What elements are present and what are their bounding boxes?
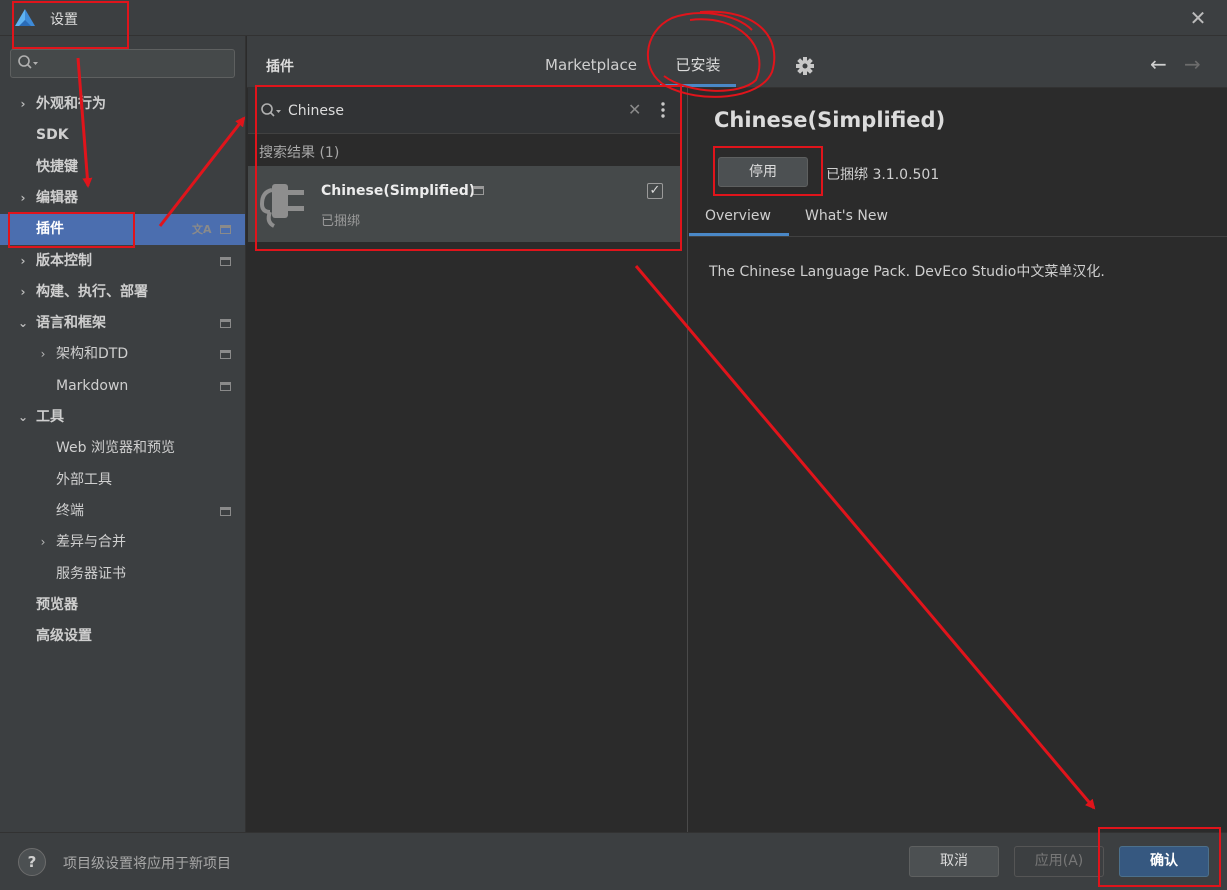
forward-arrow-icon[interactable]: → [1184,52,1201,76]
sidebar-item-label: 版本控制 [36,253,92,269]
content-header [247,36,1227,88]
close-icon[interactable]: ✕ [1188,8,1208,28]
chevron-right-icon[interactable]: › [16,183,30,214]
sidebar-item-label: 编辑器 [36,190,78,206]
plugin-description: The Chinese Language Pack. DevEco Studio… [709,264,1105,280]
sidebar-item-label: SDK [36,127,69,143]
sidebar-item-label: Markdown [56,378,129,394]
sidebar-item[interactable]: 外部工具 [0,465,245,496]
sidebar-item[interactable]: 快捷键 [0,152,245,183]
sidebar-item[interactable]: › 版本控制 [0,246,245,277]
page-icon [220,382,231,391]
page-icon [220,319,231,328]
sidebar-item-label: 终端 [56,503,84,519]
sidebar-item-label: 外观和行为 [36,96,106,112]
sidebar-item-label: 语言和框架 [36,315,106,331]
footer-note: 项目级设置将应用于新项目 [63,856,231,872]
plugin-detail-title: Chinese(Simplified) [714,108,946,132]
sidebar-item[interactable]: › 构建、执行、部署 [0,277,245,308]
tab-whats-new[interactable]: What's New [805,208,888,224]
gear-icon[interactable] [794,55,816,77]
tab-marketplace[interactable]: Marketplace [545,56,637,74]
plugin-detail-panel [689,88,1227,832]
cancel-button[interactable]: 取消 [909,846,999,877]
chevron-right-icon[interactable]: › [36,339,50,370]
back-arrow-icon[interactable]: ← [1150,52,1167,76]
sidebar-item-label: 预览器 [36,597,78,613]
tab-overview[interactable]: Overview [705,208,771,224]
chevron-right-icon[interactable]: › [36,527,50,558]
sidebar-item[interactable]: ⌄ 语言和框架 [0,308,245,339]
annotation-box [12,1,129,49]
apply-button[interactable]: 应用(A) [1014,846,1104,877]
help-icon[interactable]: ? [18,848,46,876]
sidebar-item[interactable]: › 外观和行为 [0,89,245,120]
sidebar-item[interactable]: Web 浏览器和预览 [0,433,245,464]
chevron-down-icon[interactable]: ⌄ [16,402,30,433]
section-title: 插件 [266,59,294,75]
sidebar-item-label: Web 浏览器和预览 [56,440,175,456]
sidebar-item-label: 服务器证书 [56,566,126,582]
title-bar [0,0,1227,36]
sidebar-item[interactable]: › 差异与合并 [0,527,245,558]
sidebar-search-input[interactable] [10,49,235,78]
chevron-right-icon[interactable]: › [16,246,30,277]
chevron-down-icon[interactable]: ⌄ [16,308,30,339]
sidebar-item[interactable]: 高级设置 [0,621,245,652]
chevron-right-icon[interactable]: › [16,89,30,120]
sidebar-item[interactable]: 服务器证书 [0,559,245,590]
page-icon [220,225,231,234]
bundled-version: 已捆绑 3.1.0.501 [826,167,940,183]
sidebar-item-label: 差异与合并 [56,534,126,550]
annotation-box [255,85,682,251]
sidebar-item[interactable]: SDK [0,120,245,151]
sidebar-item[interactable]: Markdown [0,371,245,402]
annotation-box [713,146,823,196]
sidebar-item-label: 高级设置 [36,628,92,644]
sidebar-item[interactable]: ⌄ 工具 [0,402,245,433]
page-icon [220,350,231,359]
sidebar-item[interactable]: › 架构和DTD [0,339,245,370]
divider [689,236,1227,237]
page-icon [220,507,231,516]
translate-icon: 文A [192,223,212,236]
tab-installed[interactable]: 已安装 [660,48,736,88]
sidebar-item[interactable]: › 编辑器 [0,183,245,214]
search-icon [18,55,38,69]
sidebar-item-label: 工具 [36,409,64,425]
sidebar-item[interactable]: 预览器 [0,590,245,621]
page-icon [220,257,231,266]
sidebar-item-label: 外部工具 [56,472,112,488]
sidebar-item-label: 构建、执行、部署 [36,284,148,300]
annotation-box [8,212,135,248]
sidebar-item-label: 快捷键 [36,159,78,175]
annotation-box [1098,827,1221,887]
sidebar-item-label: 架构和DTD [56,346,129,362]
chevron-right-icon[interactable]: › [16,277,30,308]
sidebar-item[interactable]: 终端 [0,496,245,527]
